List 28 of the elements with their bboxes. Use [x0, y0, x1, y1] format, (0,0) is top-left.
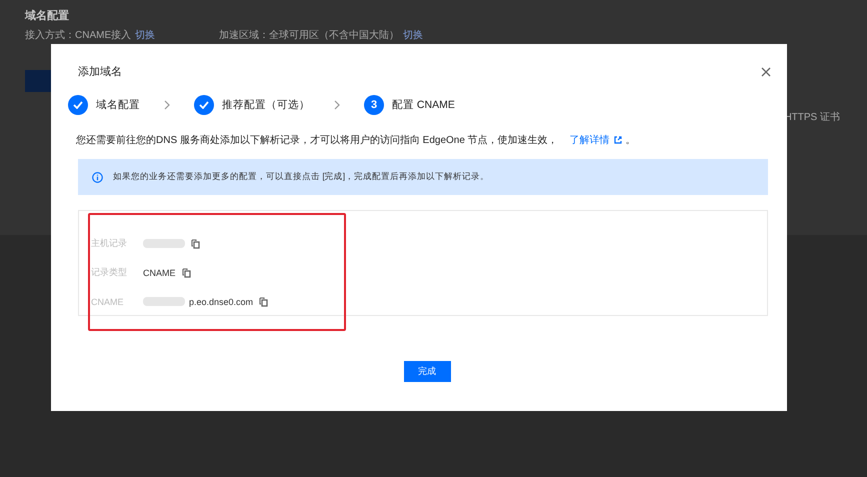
step-number: 3	[364, 95, 384, 115]
access-mode-text: 接入方式：CNAME接入	[25, 30, 132, 42]
switch-link[interactable]: 切换	[135, 30, 156, 42]
step-label: 推荐配置（可选）	[222, 98, 310, 112]
copy-icon[interactable]	[259, 296, 268, 306]
notice-text: 如果您的业务还需要添加更多的配置，可以直接点击 [完成]，完成配置后再添加以下解析记录。	[113, 171, 490, 183]
done-button[interactable]: 完成	[404, 361, 450, 382]
description-end: 。	[626, 134, 636, 147]
record-label: CNAME	[90, 296, 125, 306]
dialog-title: 添加域名	[78, 65, 122, 79]
description-text: 您还需要前往您的DNS 服务商处添加以下解析记录，才可以将用户的访问指向 EdgeOne 节点，使加速生效，	[76, 134, 558, 147]
switch-link[interactable]: 切换	[403, 30, 424, 42]
info-icon	[92, 172, 103, 182]
learn-more-link[interactable]: 了解详情	[570, 133, 610, 147]
record-value: CNAME	[143, 268, 176, 278]
chevron-icon	[334, 100, 340, 110]
region-text: 加速区域：全球可用区（不含中国大陆）	[219, 30, 400, 42]
record-value: p.eo.dnse0.com	[189, 296, 254, 306]
step-label: 域名配置	[96, 98, 140, 112]
record-label: 记录类型	[90, 266, 128, 279]
chevron-icon	[164, 100, 170, 110]
record-label: 主机记录	[90, 237, 128, 250]
close-icon[interactable]	[760, 66, 772, 78]
step-label: 配置 CNAME	[392, 98, 455, 112]
external-link-icon	[614, 136, 622, 144]
page-title: 域名配置	[25, 8, 70, 23]
copy-icon[interactable]	[182, 268, 191, 278]
copy-icon[interactable]	[191, 238, 200, 248]
